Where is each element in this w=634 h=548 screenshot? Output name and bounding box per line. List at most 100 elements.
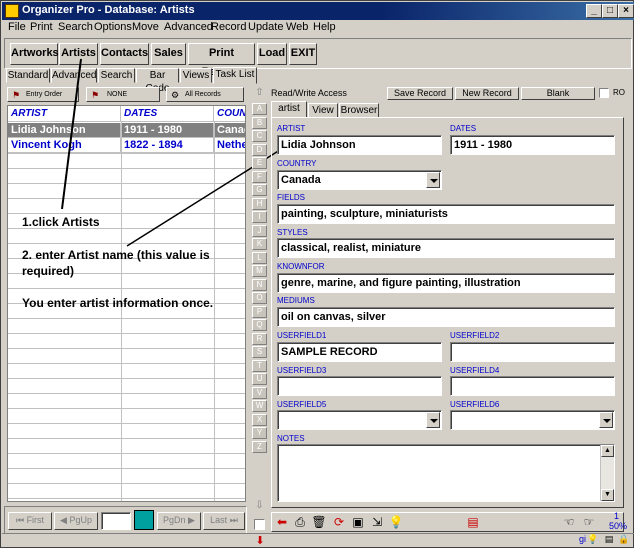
artist-label: ARTIST [277, 124, 306, 133]
alpha-button-h[interactable]: H [252, 197, 267, 210]
userfield2-field[interactable] [450, 342, 615, 362]
copy-record-icon[interactable]: ▣ [350, 514, 366, 530]
userfield3-label: USERFIELD3 [277, 366, 327, 375]
print-icon[interactable]: ⎙ [292, 514, 308, 530]
userfield6-label: USERFIELD6 [450, 400, 500, 409]
blank-button[interactable]: Blank [521, 87, 595, 100]
first-label: First [26, 515, 45, 525]
trash-icon[interactable]: 🗑 [311, 514, 327, 530]
pgup-button[interactable]: ◀ PgUp [54, 512, 98, 530]
alpha-button-p[interactable]: P [252, 305, 267, 318]
scroll-up-icon[interactable]: ⇧ [252, 87, 267, 101]
userfield6-select[interactable] [450, 410, 615, 430]
alpha-button-y[interactable]: Y [252, 427, 267, 439]
zoom-level: 50% [609, 521, 628, 531]
notes-label: NOTES [277, 434, 305, 443]
alpha-button-j[interactable]: J [252, 224, 267, 237]
notes-scrollbar[interactable]: ▲ ▼ [600, 445, 614, 501]
last-label: Last [210, 515, 228, 525]
userfield1-label: USERFIELD1 [277, 331, 327, 340]
dates-field[interactable]: 1911 - 1980 [450, 135, 615, 155]
alpha-button-x[interactable]: X [252, 413, 267, 426]
ro-checkbox[interactable] [599, 88, 609, 98]
alpha-button-g[interactable]: G [252, 184, 267, 196]
alpha-button-l[interactable]: L [252, 251, 267, 264]
scroll-up-arrow-icon[interactable]: ▲ [601, 445, 614, 457]
alpha-button-f[interactable]: F [252, 170, 267, 183]
arrow-to-artists [61, 58, 82, 210]
status-bar [2, 533, 634, 547]
pgup-arrow-icon: ◀ [60, 515, 67, 525]
alpha-button-u[interactable]: U [252, 373, 267, 385]
alpha-button-q[interactable]: Q [252, 319, 267, 331]
artist-field[interactable]: Lidia Johnson [277, 135, 442, 155]
country-value: Canada [281, 174, 321, 186]
tab-browser[interactable]: Browser [339, 103, 379, 118]
tab-artist[interactable]: artist [271, 101, 307, 118]
hand-right-icon[interactable]: ☞ [581, 514, 597, 530]
userfield5-select[interactable] [277, 410, 442, 430]
alpha-checkbox[interactable] [254, 519, 265, 530]
country-select[interactable]: Canada [277, 170, 442, 190]
lightbulb-icon[interactable]: 💡 [388, 514, 404, 530]
last-button[interactable]: Last ⏭ [203, 512, 245, 530]
alpha-button-n[interactable]: N [252, 278, 267, 291]
knownfor-field[interactable]: genre, marine, and figure painting, illu… [277, 273, 615, 293]
calculator-icon[interactable] [134, 510, 154, 530]
hand-left-icon[interactable]: ☜ [561, 514, 577, 530]
user-initials: gi [579, 534, 587, 544]
styles-label: STYLES [277, 228, 308, 237]
first-arrow-icon: ⏮ [15, 515, 25, 525]
record-number-input[interactable] [101, 512, 131, 530]
notes-textarea[interactable]: ▲ ▼ [277, 444, 615, 502]
tab-view[interactable]: View [308, 103, 338, 118]
alpha-button-a[interactable]: A [252, 103, 267, 115]
report-icon[interactable]: ▤ [465, 514, 481, 530]
userfield3-field[interactable] [277, 376, 442, 396]
alpha-button-d[interactable]: D [252, 143, 267, 156]
alpha-button-k[interactable]: K [252, 238, 267, 250]
pgdn-button[interactable]: PgDn ▶ [157, 512, 201, 530]
alpha-button-i[interactable]: I [252, 211, 267, 223]
alpha-button-v[interactable]: V [252, 386, 267, 399]
alpha-button-m[interactable]: M [252, 265, 267, 277]
alpha-button-w[interactable]: W [252, 400, 267, 412]
mediums-field[interactable]: oil on canvas, silver [277, 307, 615, 327]
access-label: Read/Write Access [271, 88, 347, 98]
alpha-button-s[interactable]: S [252, 346, 267, 358]
dates-label: DATES [450, 124, 477, 133]
new-record-button[interactable]: New Record [455, 87, 519, 100]
export-icon[interactable]: ⇲ [369, 514, 385, 530]
back-arrow-icon[interactable]: ⬅ [274, 514, 290, 530]
chevron-down-icon[interactable] [426, 412, 440, 428]
save-record-button[interactable]: Save Record [387, 87, 453, 100]
lock-icon: 🔒 [618, 534, 630, 544]
chevron-down-icon[interactable] [426, 172, 440, 188]
scroll-down-icon[interactable]: ⇩ [252, 500, 267, 514]
alpha-button-e[interactable]: E [252, 157, 267, 169]
mediums-label: MEDIUMS [277, 296, 315, 305]
chevron-down-icon[interactable] [599, 412, 613, 428]
document-icon: ▤ [604, 534, 614, 544]
userfield4-label: USERFIELD4 [450, 366, 500, 375]
app-window: Organizer Pro - Database: Artists _ □ × … [0, 0, 634, 548]
alpha-button-t[interactable]: T [252, 359, 267, 372]
knownfor-label: KNOWNFOR [277, 262, 325, 271]
alpha-button-z[interactable]: Z [252, 440, 267, 453]
fields-field[interactable]: painting, sculpture, miniaturists [277, 204, 615, 224]
styles-field[interactable]: classical, realist, miniature [277, 238, 615, 258]
first-button[interactable]: ⏮ First [8, 512, 52, 530]
scroll-down-arrow-icon[interactable]: ▼ [601, 489, 614, 501]
pgup-label: PgUp [69, 515, 92, 525]
userfield1-field[interactable]: SAMPLE RECORD [277, 342, 442, 362]
alpha-button-o[interactable]: O [252, 292, 267, 304]
alpha-button-c[interactable]: C [252, 130, 267, 142]
country-label: COUNTRY [277, 159, 317, 168]
alpha-button-r[interactable]: R [252, 332, 267, 345]
last-arrow-icon: ⏭ [229, 515, 238, 525]
lightbulb-icon: 💡 [587, 534, 599, 544]
ro-label: RO [613, 88, 625, 97]
userfield4-field[interactable] [450, 376, 615, 396]
alpha-button-b[interactable]: B [252, 116, 267, 129]
refresh-icon[interactable]: ⟳ [331, 514, 347, 530]
